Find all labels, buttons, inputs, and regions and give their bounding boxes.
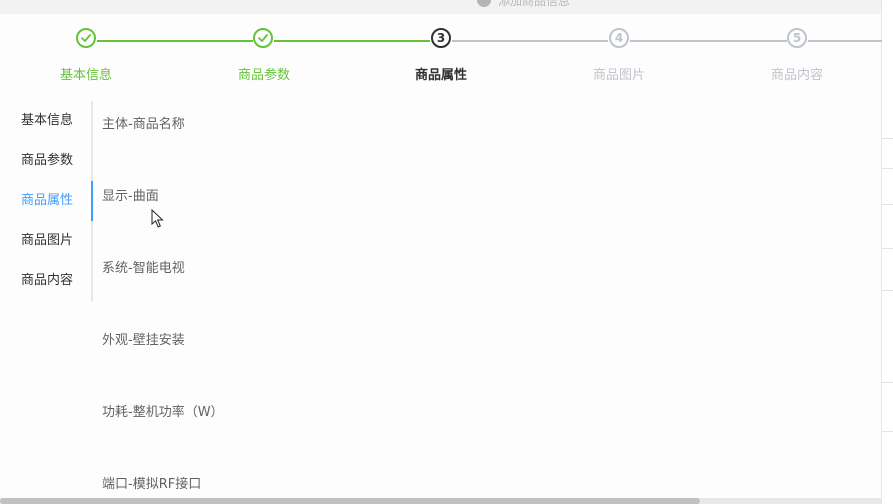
attribute-label: 主体-商品名称: [102, 117, 185, 132]
attribute-label: 系统-智能电视: [102, 261, 185, 276]
step-2-check-icon: [253, 28, 273, 48]
attribute-label: 显示-曲面: [102, 189, 159, 204]
vertical-tabs: 基本信息 商品参数 商品属性 商品图片 商品内容: [0, 101, 93, 301]
tab-basic-info[interactable]: 基本信息: [0, 101, 93, 141]
top-bar-text: 添加商品信息: [498, 0, 571, 8]
step-title-attributes: 商品属性: [414, 68, 468, 83]
attribute-label: 外观-壁挂安装: [102, 333, 185, 348]
step-connector: [630, 40, 787, 42]
mouse-cursor-icon: [151, 209, 164, 228]
tab-images[interactable]: 商品图片: [0, 221, 93, 261]
step-title-images: 商品图片: [592, 68, 646, 83]
step-1-check-icon: [76, 28, 96, 48]
tab-params[interactable]: 商品参数: [0, 141, 93, 181]
step-connector: [97, 40, 253, 42]
step-3-number: 3: [431, 28, 451, 48]
tab-content[interactable]: 商品内容: [0, 261, 93, 301]
step-connector: [808, 40, 882, 42]
step-connector: [452, 40, 608, 42]
right-scrollbar[interactable]: [881, 0, 893, 504]
step-5-number: 5: [787, 28, 807, 48]
steps-bar: 3 4 5 基本信息 商品参数 商品属性 商品图片 商品内容: [0, 28, 882, 88]
attribute-label: 端口-模拟RF接口: [102, 477, 202, 492]
step-connector: [274, 40, 430, 42]
step-title-params: 商品参数: [237, 68, 291, 83]
tab-attributes[interactable]: 商品属性: [0, 181, 93, 221]
step-4-number: 4: [609, 28, 629, 48]
attribute-label: 功耗-整机功率（W）: [102, 405, 224, 420]
top-bar: 添加商品信息: [0, 0, 882, 14]
step-title-basic-info: 基本信息: [59, 68, 113, 83]
scrollbar-thumb[interactable]: [0, 498, 700, 504]
horizontal-scrollbar[interactable]: [0, 498, 882, 504]
step-title-content: 商品内容: [770, 68, 824, 83]
info-icon: [477, 0, 491, 7]
